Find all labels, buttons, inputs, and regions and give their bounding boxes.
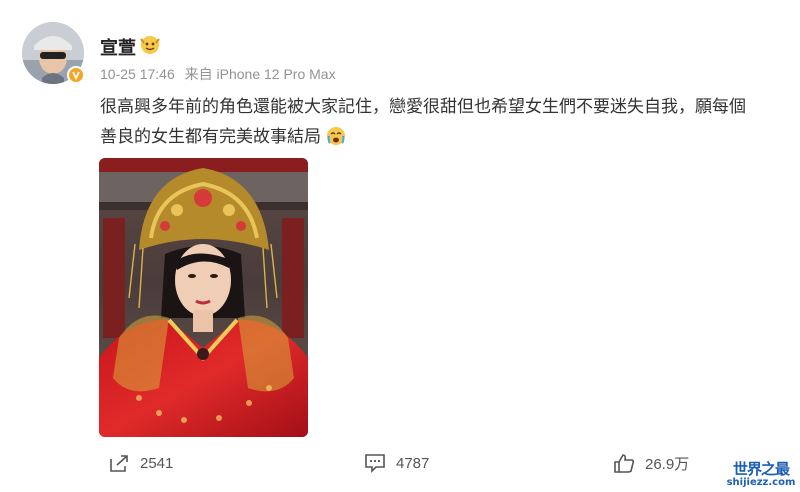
thumbs-up-icon (614, 454, 635, 473)
member-badge-icon (140, 36, 160, 54)
post-image[interactable] (99, 158, 308, 437)
watermark-title: 世界之最 (732, 460, 790, 478)
watermark-url: shijiezz.com (726, 477, 796, 488)
post-text-line: 很高興多年前的角色還能被大家記住，戀愛很甜但也希望女生們不要迷失自我，願每個 (100, 97, 746, 117)
repost-button[interactable]: 2541 (108, 448, 173, 478)
watermark: 世界之最 shijiezz.com (726, 458, 796, 488)
tears-emoji-icon (327, 127, 345, 145)
comment-count: 4787 (396, 454, 430, 472)
comment-button[interactable]: 4787 (364, 448, 429, 478)
username[interactable]: 宣萱 (100, 34, 136, 60)
like-count: 26.9万 (645, 455, 690, 473)
post-text-line-2: 善良的女生都有完美故事結局 (100, 122, 790, 152)
post-text-line: 善良的女生都有完美故事結局 (100, 127, 321, 147)
verified-badge-icon (67, 66, 85, 84)
action-bar: 2541 4787 26.9万 (0, 448, 800, 478)
like-button[interactable]: 26.9万 (613, 448, 689, 478)
comment-icon (365, 454, 385, 473)
post-meta: 10-25 17:46 来自 iPhone 12 Pro Max (100, 64, 336, 84)
repost-count: 2541 (140, 454, 174, 472)
post-source: 来自 iPhone 12 Pro Max (184, 66, 336, 82)
post-timestamp[interactable]: 10-25 17:46 (100, 66, 175, 82)
post-text: 很高興多年前的角色還能被大家記住，戀愛很甜但也希望女生們不要迷失自我，願每個 善… (100, 92, 790, 152)
share-icon (110, 455, 128, 472)
